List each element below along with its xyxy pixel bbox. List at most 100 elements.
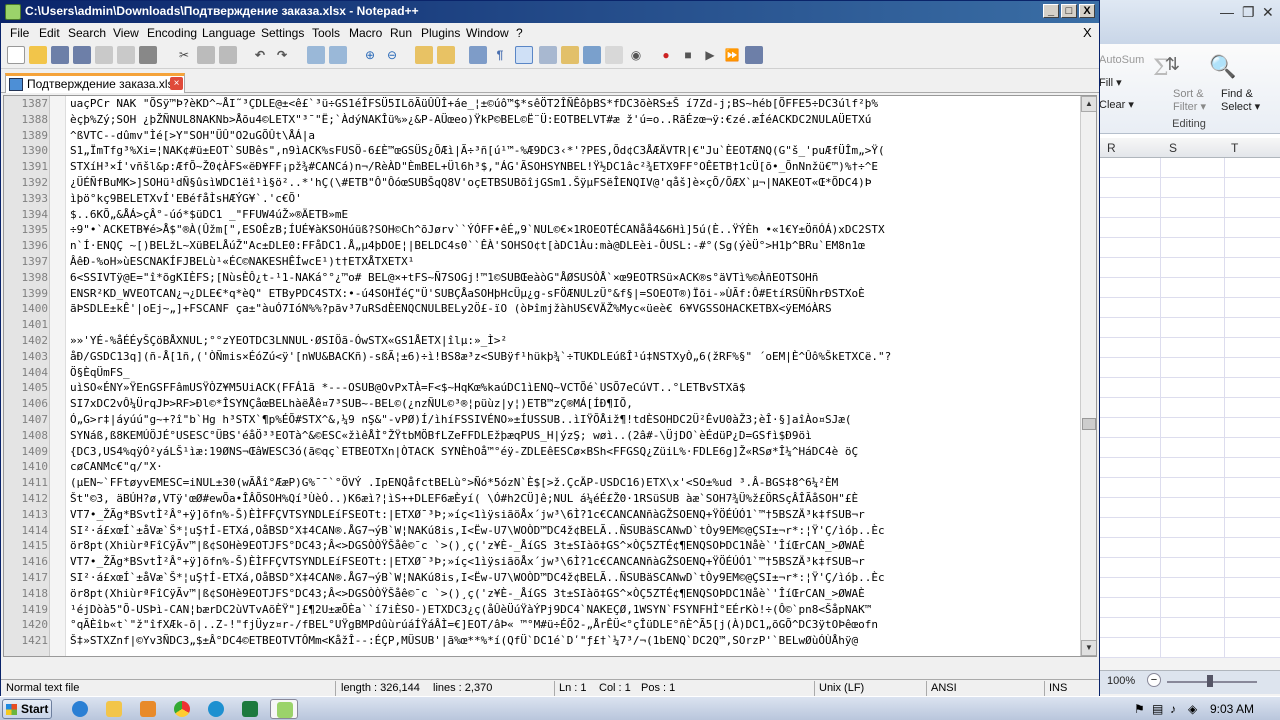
column-header-t[interactable]: T — [1231, 141, 1238, 155]
indent-guide-icon[interactable] — [515, 46, 533, 64]
editor-line[interactable]: 1397 ÂêÐ-%oH»ùESCNAKÍFJBELù¹«ÉC©NAKESHÊÍw… — [4, 254, 1080, 270]
clock[interactable]: 9:03 AM — [1210, 702, 1254, 716]
menu-run[interactable]: Run — [390, 26, 412, 40]
line-text[interactable]: n`Í·ENQÇ ~[)BELžL~XüBELÅúŽ"Ac±DLE0:FFåDC… — [70, 239, 1080, 252]
udl-icon[interactable] — [539, 46, 557, 64]
editor-line[interactable]: 1410 cøCANMc€"q/"X· — [4, 459, 1080, 475]
editor-line[interactable]: 1417 SI²·á£xœÍ`±åVæ`Š*¦uŞ†Í-ETXá,OåBSD°X‡… — [4, 570, 1080, 586]
replace-icon[interactable] — [329, 46, 347, 64]
stop-macro-icon[interactable]: ■ — [679, 46, 697, 64]
line-text[interactable]: uìSO«ÉNY»ŸEnGSFFâmUSŸÒZ¥M5UiACK(FFÁ1ã *-… — [70, 381, 1080, 394]
line-text[interactable]: VT7•_ŽÃg*BSvtÌ²Â°+ÿ]õfn%-Š)ÈÌFFÇVTSYNDLE… — [70, 508, 1080, 521]
ie-taskbar-button[interactable] — [66, 699, 94, 719]
tray-volume-icon[interactable]: ♪ — [1170, 702, 1176, 716]
line-text[interactable]: Ó„G>r‡|áyúú"g~+?î"b`Hg h³STX`¶p%ÉÕ#STX^&… — [70, 413, 1080, 426]
doc-map-icon[interactable] — [561, 46, 579, 64]
clear-button[interactable]: Clear ▾ — [1099, 98, 1134, 111]
close-button[interactable]: X — [1079, 4, 1095, 18]
eol-format[interactable]: Unix (LF) — [819, 682, 864, 694]
editor-line[interactable]: 1401 — [4, 317, 1080, 333]
line-text[interactable]: °qÃÈîb«t`"ž"îfXÆk-õ|..Z-!"fjÜyz¤r-/fBEL°… — [70, 618, 1080, 631]
scroll-down-icon[interactable]: ▼ — [1081, 640, 1096, 656]
menu-encoding[interactable]: Encoding — [147, 26, 197, 40]
editor-line[interactable]: 1418 ör8pt(XhiùrªFîCÿÃv™|ß¢SOHè9EOTJFS°DC… — [4, 586, 1080, 602]
menu-settings[interactable]: Settings — [261, 26, 304, 40]
line-text[interactable]: ãÞSDLE±kÊ'|oEj~„]+FSCANF ça±"àuÓ7IóN%%?p… — [70, 302, 1080, 315]
zoom-slider-thumb[interactable] — [1207, 675, 1213, 687]
tray-flag-icon[interactable]: ⚑ — [1134, 702, 1145, 716]
new-file-icon[interactable] — [7, 46, 25, 64]
line-text[interactable]: SI²·á£xœÍ`±åVæ`Š*¦uŞ†Í-ETXá,OåBSD°X‡4CAN… — [70, 524, 1080, 537]
editor-line[interactable]: 1403 åÐ/GSDC13q](ñ-Å[1ñ,('ÒÑmis×ÉóZú<ÿ'[n… — [4, 349, 1080, 365]
line-text[interactable]: 6<SSIVTÿ@E="î*õgKIÈFS;[NùsÈÔ¿t-¹1-NAKá°°… — [70, 271, 1080, 284]
line-text[interactable]: ¿ÜÉÑfBuMK>]SOHü¹dÑ§ûsìWDC1ëî¹ì§ö²..*'hÇ(… — [70, 176, 1080, 189]
line-text[interactable]: Št"©3, äBÚH?ø,VTÿ'œØ#ewÕa•ÎÂÕSOH%Qí³ÙèÓ.… — [70, 492, 1080, 505]
close-file-icon[interactable] — [95, 46, 113, 64]
line-text[interactable]: ör8pt(XhiùrªFîCÿÃv™|ß¢SOHè9EOTJFS°DC43;Â… — [70, 539, 1080, 552]
editor-line[interactable]: 1400 ãÞSDLE±kÊ'|oEj~„]+FSCANF ça±"àuÓ7IóN… — [4, 301, 1080, 317]
line-text[interactable]: ^ßVTC--dûmv"Ìé[>Y"SOH"ÜÛ"O2uGÕÛt\ÅÁ|a — [70, 129, 1080, 142]
save-icon[interactable] — [51, 46, 69, 64]
editor-line[interactable]: 1396 n`Í·ENQÇ ~[)BELžL~XüBELÅúŽ"Ac±DLE0:F… — [4, 238, 1080, 254]
minimize-icon[interactable]: — — [1220, 4, 1234, 20]
zoom-out-icon[interactable]: ⊖ — [383, 46, 401, 64]
editor-line[interactable]: 1388 èçþ%Zý;SOH ¿þŽÑNUL8NAKNb>Åõu4©LETX"³… — [4, 112, 1080, 128]
show-all-chars-icon[interactable]: ¶ — [491, 46, 509, 64]
scroll-thumb[interactable] — [1082, 418, 1096, 430]
fill-button[interactable]: Fill ▾ — [1099, 76, 1122, 89]
editor-line[interactable]: 1387 uaçPCr NAK "ÕSÿ™Þ?èKD^~ÅI˜³ÇDLE@±<ê£… — [4, 96, 1080, 112]
line-text[interactable]: ör8pt(XhiùrªFîCÿÃv™|ß¢SOHè9EOTJFS°DC43;Â… — [70, 587, 1080, 600]
close-icon[interactable]: ✕ — [1262, 4, 1274, 21]
scroll-up-icon[interactable]: ▲ — [1081, 96, 1096, 112]
explorer-taskbar-button[interactable] — [100, 699, 128, 719]
menu-tools[interactable]: Tools — [312, 26, 340, 40]
line-text[interactable]: SYNáß,ß8KEMÚÖJÉ°USESC°ÜBS'éåÖ³³EOTà^&©ES… — [70, 429, 1080, 442]
editor-line[interactable]: 1389 ^ßVTC--dûmv"Ìé[>Y"SOH"ÜÛ"O2uGÕÛt\ÅÁ|… — [4, 128, 1080, 144]
editor-line[interactable]: 1399 ENSR²KD_WVEOTCAN¿¬¿DLE€*q*èQ" ETByPD… — [4, 286, 1080, 302]
line-text[interactable]: Š‡»STXZnf|©Yv3ÑDC3„$±Â°DC4©ETBEOTVTÔMm<K… — [70, 634, 1080, 647]
edge-taskbar-button[interactable] — [202, 699, 230, 719]
editor-line[interactable]: 1404 Ö§ÈqÜmFS_ — [4, 365, 1080, 381]
chrome-taskbar-button[interactable] — [168, 699, 196, 719]
vertical-scrollbar[interactable]: ▲ ▼ — [1080, 96, 1096, 656]
media-taskbar-button[interactable] — [134, 699, 162, 719]
save-macro-icon[interactable] — [745, 46, 763, 64]
sync-h-icon[interactable] — [437, 46, 455, 64]
sync-v-icon[interactable] — [415, 46, 433, 64]
menu-language[interactable]: Language — [202, 26, 255, 40]
editor-line[interactable]: 1414 SI²·á£xœÍ`±åVæ`Š*¦uŞ†Í-ETXá,OåBSD°X‡… — [4, 523, 1080, 539]
editor-line[interactable]: 1390 S1„ÏmTfg³%Xi=¦NAK¢#ü±EOT`SUBês",n9ìA… — [4, 143, 1080, 159]
excel-taskbar-button[interactable] — [236, 699, 264, 719]
spreadsheet-grid[interactable] — [1097, 158, 1280, 658]
editor-line[interactable]: 1393 ìþö°kç9BELETXvÍ'EBéfåÌsHÆÝG¥`.'c€Õ' — [4, 191, 1080, 207]
editor-line[interactable]: 1392 ¿ÜÉÑfBuMK>]SOHü¹dÑ§ûsìWDC1ëî¹ì§ö²..*… — [4, 175, 1080, 191]
line-text[interactable]: »»'YÉ-%åÉÉyŠÇöBÅXNUL;°°zYEOTDC3LNNUL·ØSI… — [70, 334, 1080, 347]
minimize-button[interactable]: _ — [1043, 4, 1059, 18]
line-text[interactable]: $..6KÕ„&ÅÁ>çÂ°-úó*$üDC1 _"FFUW4úŽ»®ÄETB»… — [70, 208, 1080, 221]
save-all-icon[interactable] — [73, 46, 91, 64]
editor-line[interactable]: 1409 {DC3,US4%qÿÓ²yáLŠ¹ìæ:19ØNS¬ŒâWESC3ó(… — [4, 444, 1080, 460]
column-header-s[interactable]: S — [1169, 141, 1177, 155]
tray-security-icon[interactable]: ◈ — [1188, 702, 1197, 716]
filter-label[interactable]: Filter ▾ — [1173, 100, 1206, 113]
editor-line[interactable]: 1412 Št"©3, äBÚH?ø,VTÿ'œØ#ewÕa•ÎÂÕSOH%Qí³… — [4, 491, 1080, 507]
editor-line[interactable]: 1419 ¹éjDòà5"Õ-USÞì-CAN¦bærDC2ùVTvAõÈŸ"]£… — [4, 602, 1080, 618]
line-text[interactable]: ìþö°kç9BELETXvÍ'EBéfåÌsHÆÝG¥`.'c€Õ' — [70, 192, 1080, 205]
line-text[interactable]: SI²·á£xœÍ`±åVæ`Š*¦uŞ†Í-ETXá,OåBSD°X‡4CAN… — [70, 571, 1080, 584]
autosum-button[interactable]: AutoSum — [1099, 54, 1144, 66]
column-header-r[interactable]: R — [1107, 141, 1116, 155]
menu-plugins[interactable]: Plugins — [421, 26, 460, 40]
menu-edit[interactable]: Edit — [39, 26, 60, 40]
menu-window[interactable]: Window — [466, 26, 509, 40]
line-text[interactable]: ENSR²KD_WVEOTCAN¿¬¿DLE€*q*èQ" ETByPDC4ST… — [70, 287, 1080, 300]
menu-macro[interactable]: Macro — [349, 26, 382, 40]
editor-line[interactable]: 1398 6<SSIVTÿ@E="î*õgKIÈFS;[NùsÈÔ¿t-¹1-NA… — [4, 270, 1080, 286]
editor-line[interactable]: 1416 VT7•_ŽÃg*BSvtÌ²Â°+ÿ]õfn%-Š)ÈÌFFÇVTSY… — [4, 554, 1080, 570]
zoom-out-button[interactable]: − — [1147, 673, 1161, 687]
editor-line[interactable]: 1415 ör8pt(XhiùrªFîCÿÃv™|ß¢SOHè9EOTJFS°DC… — [4, 538, 1080, 554]
run-macro-multiple-icon[interactable]: ⏩ — [723, 46, 741, 64]
editor-line[interactable]: 1394 $..6KÕ„&ÅÁ>çÂ°-úó*$üDC1 _"FFUW4úŽ»®Ä… — [4, 207, 1080, 223]
function-list-icon[interactable] — [583, 46, 601, 64]
line-text[interactable]: èçþ%Zý;SOH ¿þŽÑNUL8NAKNb>Åõu4©LETX"³¯"Ë;… — [70, 113, 1080, 126]
line-text[interactable]: ÂêÐ-%oH»ùESCNAKÍFJBELù¹«ÉC©NAKESHÊÍwcE¹)… — [70, 255, 1080, 268]
